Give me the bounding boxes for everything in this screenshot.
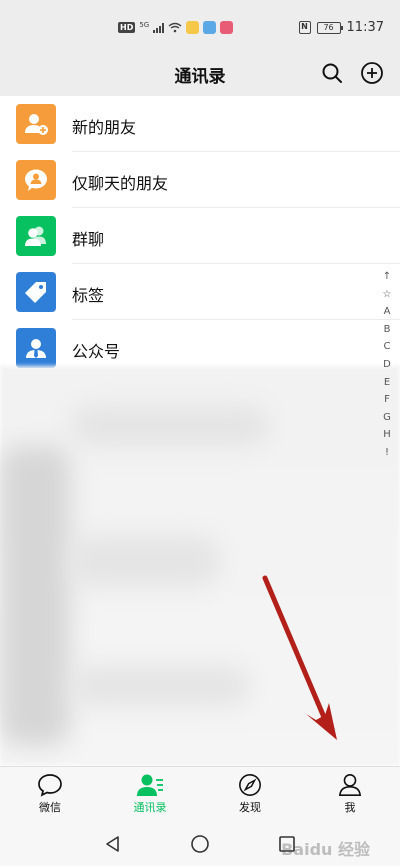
group-chat-icon: [16, 216, 56, 256]
watermark: Baidu 经验: [281, 840, 370, 859]
tab-label: 微信: [39, 801, 61, 814]
status-left: HD 5G: [118, 20, 234, 34]
add-friend-icon: [16, 104, 56, 144]
contacts-list: 新的朋友 仅聊天的朋友 群聊 标签 公众号 ↑ ☆ A B C D E F G …: [0, 96, 400, 766]
bottom-tab-bar: 微信 通讯录 发现 我: [0, 766, 400, 822]
nfc-icon: N: [298, 21, 311, 34]
back-icon[interactable]: [103, 834, 123, 854]
chat-bubble-icon: [38, 774, 62, 797]
hd-badge: HD: [118, 22, 136, 33]
tag-icon: [16, 272, 56, 312]
person-icon: [338, 774, 362, 796]
status-bar: HD 5G N 76 11:37: [0, 0, 400, 60]
add-button[interactable]: [358, 59, 386, 87]
menu-new-friends[interactable]: 新的朋友: [0, 96, 400, 152]
tab-me[interactable]: 我: [300, 767, 400, 822]
menu-label: 新的朋友: [72, 118, 137, 137]
index-letter[interactable]: C: [384, 338, 391, 356]
menu-label: 公众号: [72, 342, 121, 361]
search-icon: [322, 63, 342, 83]
index-letter[interactable]: ☆: [383, 286, 392, 304]
official-account-icon: [16, 328, 56, 368]
contacts-icon: [137, 774, 163, 796]
clock: 11:37: [346, 20, 384, 35]
network-type: 5G: [139, 20, 150, 29]
index-letter[interactable]: ↑: [383, 268, 391, 286]
menu-label: 仅聊天的朋友: [72, 174, 169, 193]
menu-label: 群聊: [72, 230, 105, 249]
notification-app-icon: [186, 21, 200, 34]
index-letter[interactable]: G: [383, 409, 391, 427]
chat-only-friend-icon: [16, 160, 56, 200]
system-nav-bar: Baidu 经验: [0, 822, 400, 866]
alphabet-index[interactable]: ↑ ☆ A B C D E F G H !: [380, 268, 394, 462]
index-letter[interactable]: E: [384, 374, 390, 392]
status-right: N 76 11:37: [298, 20, 384, 35]
plus-circle-icon: [361, 62, 383, 84]
tab-discover[interactable]: 发现: [200, 767, 300, 822]
index-letter[interactable]: H: [383, 426, 391, 444]
signal-icon: [153, 22, 165, 33]
menu-label: 标签: [72, 286, 105, 305]
search-button[interactable]: [318, 59, 346, 87]
compass-icon: [239, 774, 261, 796]
tab-chats[interactable]: 微信: [0, 767, 100, 822]
tab-contacts[interactable]: 通讯录: [100, 767, 200, 822]
redacted-contacts-area: [0, 366, 400, 766]
home-icon[interactable]: [190, 834, 210, 854]
wifi-icon: [168, 22, 182, 33]
index-letter[interactable]: D: [383, 356, 391, 374]
menu-group-chats[interactable]: 群聊: [0, 208, 400, 264]
header: 通讯录: [0, 52, 400, 96]
tab-label: 通讯录: [133, 801, 167, 814]
index-letter[interactable]: A: [384, 303, 391, 321]
index-letter[interactable]: !: [385, 444, 389, 462]
menu-chat-only-friends[interactable]: 仅聊天的朋友: [0, 152, 400, 208]
menu-tags[interactable]: 标签: [0, 264, 400, 320]
tab-label: 发现: [239, 801, 261, 814]
notification-app-icon: [220, 21, 234, 34]
index-letter[interactable]: F: [384, 391, 390, 409]
tab-label: 我: [344, 801, 356, 814]
index-letter[interactable]: B: [384, 321, 391, 339]
notification-app-icon: [203, 21, 217, 34]
battery-icon: 76: [316, 21, 343, 34]
